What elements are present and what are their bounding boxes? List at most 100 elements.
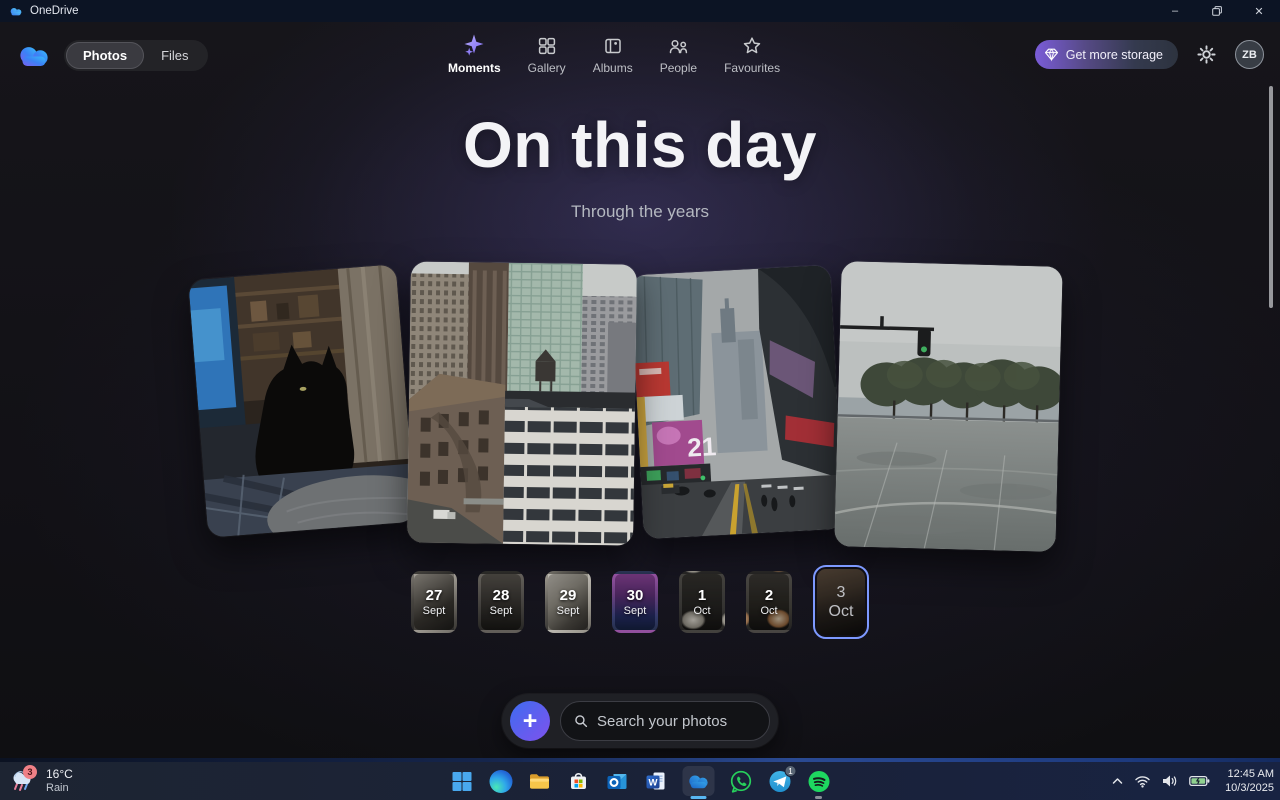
taskbar-store[interactable]: [566, 768, 592, 794]
star-icon: [742, 36, 762, 56]
word-letter: W: [649, 777, 658, 788]
nav-gallery-label: Gallery: [528, 61, 566, 75]
cat-photo: [188, 264, 416, 538]
date-day: 1: [698, 587, 706, 604]
account-avatar[interactable]: ZB: [1235, 40, 1264, 69]
get-more-storage-button[interactable]: Get more storage: [1035, 40, 1178, 69]
settings-gear-icon[interactable]: [1197, 45, 1216, 64]
date-card-3-oct-selected[interactable]: 3 Oct: [813, 565, 869, 639]
windows-taskbar: 3 16°C Rain: [0, 762, 1280, 800]
tray-chevron-up-icon[interactable]: [1112, 777, 1123, 785]
gem-icon: [1044, 47, 1059, 62]
photos-files-toggle: Photos Files: [64, 40, 208, 71]
nav-gallery[interactable]: Gallery: [528, 34, 566, 75]
restore-icon: [1212, 6, 1222, 16]
taskbar-weather-widget[interactable]: 3 16°C Rain: [10, 765, 73, 797]
notification-badge: 3: [23, 765, 37, 779]
search-field[interactable]: [560, 701, 770, 741]
date-day: 3: [837, 584, 846, 602]
volume-icon[interactable]: [1162, 774, 1178, 788]
date-card-2-oct[interactable]: 2 Oct: [746, 571, 792, 633]
date-card-30-sept[interactable]: 30 Sept: [612, 571, 658, 633]
tray-date: 10/3/2025: [1225, 781, 1274, 795]
window-controls: – ✕: [1154, 0, 1280, 22]
microsoft-store-icon: [568, 770, 590, 792]
search-input[interactable]: [597, 713, 756, 730]
outlook-icon: [606, 769, 630, 793]
add-photos-button[interactable]: +: [510, 701, 550, 741]
photo-card-rainy-plaza[interactable]: [834, 261, 1062, 552]
album-book-icon: [603, 36, 623, 56]
nav-favourites[interactable]: Favourites: [724, 34, 780, 75]
gallery-grid-icon: [537, 36, 557, 56]
nav-albums-label: Albums: [593, 61, 633, 75]
onedrive-app-window: Photos Files Moments: [0, 22, 1280, 762]
toggle-files[interactable]: Files: [144, 42, 205, 69]
date-month: Sept: [624, 605, 647, 617]
start-button[interactable]: [449, 768, 475, 794]
maximize-button[interactable]: [1196, 0, 1238, 22]
spotify-icon: [807, 770, 830, 793]
onedrive-logo-icon: [16, 45, 52, 67]
scrollbar-thumb[interactable]: [1269, 86, 1273, 308]
weather-condition: Rain: [46, 782, 73, 795]
edge-icon: [489, 770, 512, 793]
date-day: 28: [493, 587, 510, 604]
taskbar-spotify[interactable]: [806, 768, 832, 794]
date-day: 2: [765, 587, 773, 604]
times-square-photo: 21: [630, 265, 844, 539]
nav-favourites-label: Favourites: [724, 61, 780, 75]
photo-card-times-square[interactable]: 21: [630, 265, 844, 539]
nav-people[interactable]: People: [660, 34, 697, 75]
folder-icon: [528, 769, 552, 793]
rainy-plaza-photo: [834, 261, 1062, 552]
date-card-27-sept[interactable]: 27 Sept: [411, 571, 457, 633]
wifi-icon[interactable]: [1134, 775, 1151, 788]
clock[interactable]: 12:45 AM 10/3/2025: [1221, 767, 1274, 796]
sparkle-icon: [463, 34, 485, 56]
nav-people-label: People: [660, 61, 697, 75]
nav-albums[interactable]: Albums: [593, 34, 633, 75]
nav-moments[interactable]: Moments: [448, 34, 501, 75]
photo-card-cat[interactable]: [188, 264, 416, 538]
telegram-badge: 1: [785, 765, 797, 777]
primary-nav: Moments Gallery: [448, 34, 780, 75]
taskbar-edge[interactable]: [488, 768, 514, 794]
floating-search-bar: +: [502, 694, 778, 748]
whatsapp-icon: [729, 770, 752, 793]
toggle-photos[interactable]: Photos: [66, 42, 144, 69]
taskbar-telegram[interactable]: 1: [767, 768, 793, 794]
system-tray: 12:45 AM 10/3/2025: [1112, 762, 1274, 800]
date-day: 27: [426, 587, 443, 604]
minimize-button[interactable]: –: [1154, 0, 1196, 22]
taskbar-whatsapp[interactable]: [728, 768, 754, 794]
date-month: Oct: [693, 605, 710, 617]
search-icon: [574, 713, 588, 729]
date-day: 29: [560, 587, 577, 604]
date-month: Sept: [557, 605, 580, 617]
weather-temperature: 16°C: [46, 767, 73, 781]
date-card-29-sept[interactable]: 29 Sept: [545, 571, 591, 633]
date-month: Oct: [760, 605, 777, 617]
taskbar-file-explorer[interactable]: [527, 768, 553, 794]
taskbar-apps: W: [449, 762, 832, 800]
date-card-28-sept[interactable]: 28 Sept: [478, 571, 524, 633]
date-card-1-oct[interactable]: 1 Oct: [679, 571, 725, 633]
taskbar-outlook[interactable]: [605, 768, 631, 794]
nav-moments-label: Moments: [448, 61, 501, 75]
taskbar-word[interactable]: W: [644, 768, 670, 794]
close-button[interactable]: ✕: [1238, 0, 1280, 22]
billboard-number: 21: [687, 431, 717, 462]
battery-charging-icon[interactable]: [1189, 774, 1210, 788]
people-icon: [668, 36, 689, 56]
onedrive-cloud-icon: [687, 774, 711, 789]
window-title: OneDrive: [30, 5, 79, 17]
date-month: Oct: [829, 603, 854, 621]
photo-stage: 21: [0, 22, 1280, 762]
title-bar: OneDrive – ✕: [0, 0, 1280, 22]
date-strip: 27 Sept 28 Sept 29 Sept 30 Sept 1 Oct 2 …: [0, 565, 1280, 639]
photo-card-buildings[interactable]: [407, 261, 637, 545]
taskbar-onedrive-active[interactable]: [683, 766, 715, 796]
windows-logo-icon: [451, 771, 472, 792]
word-icon: W: [645, 769, 669, 793]
